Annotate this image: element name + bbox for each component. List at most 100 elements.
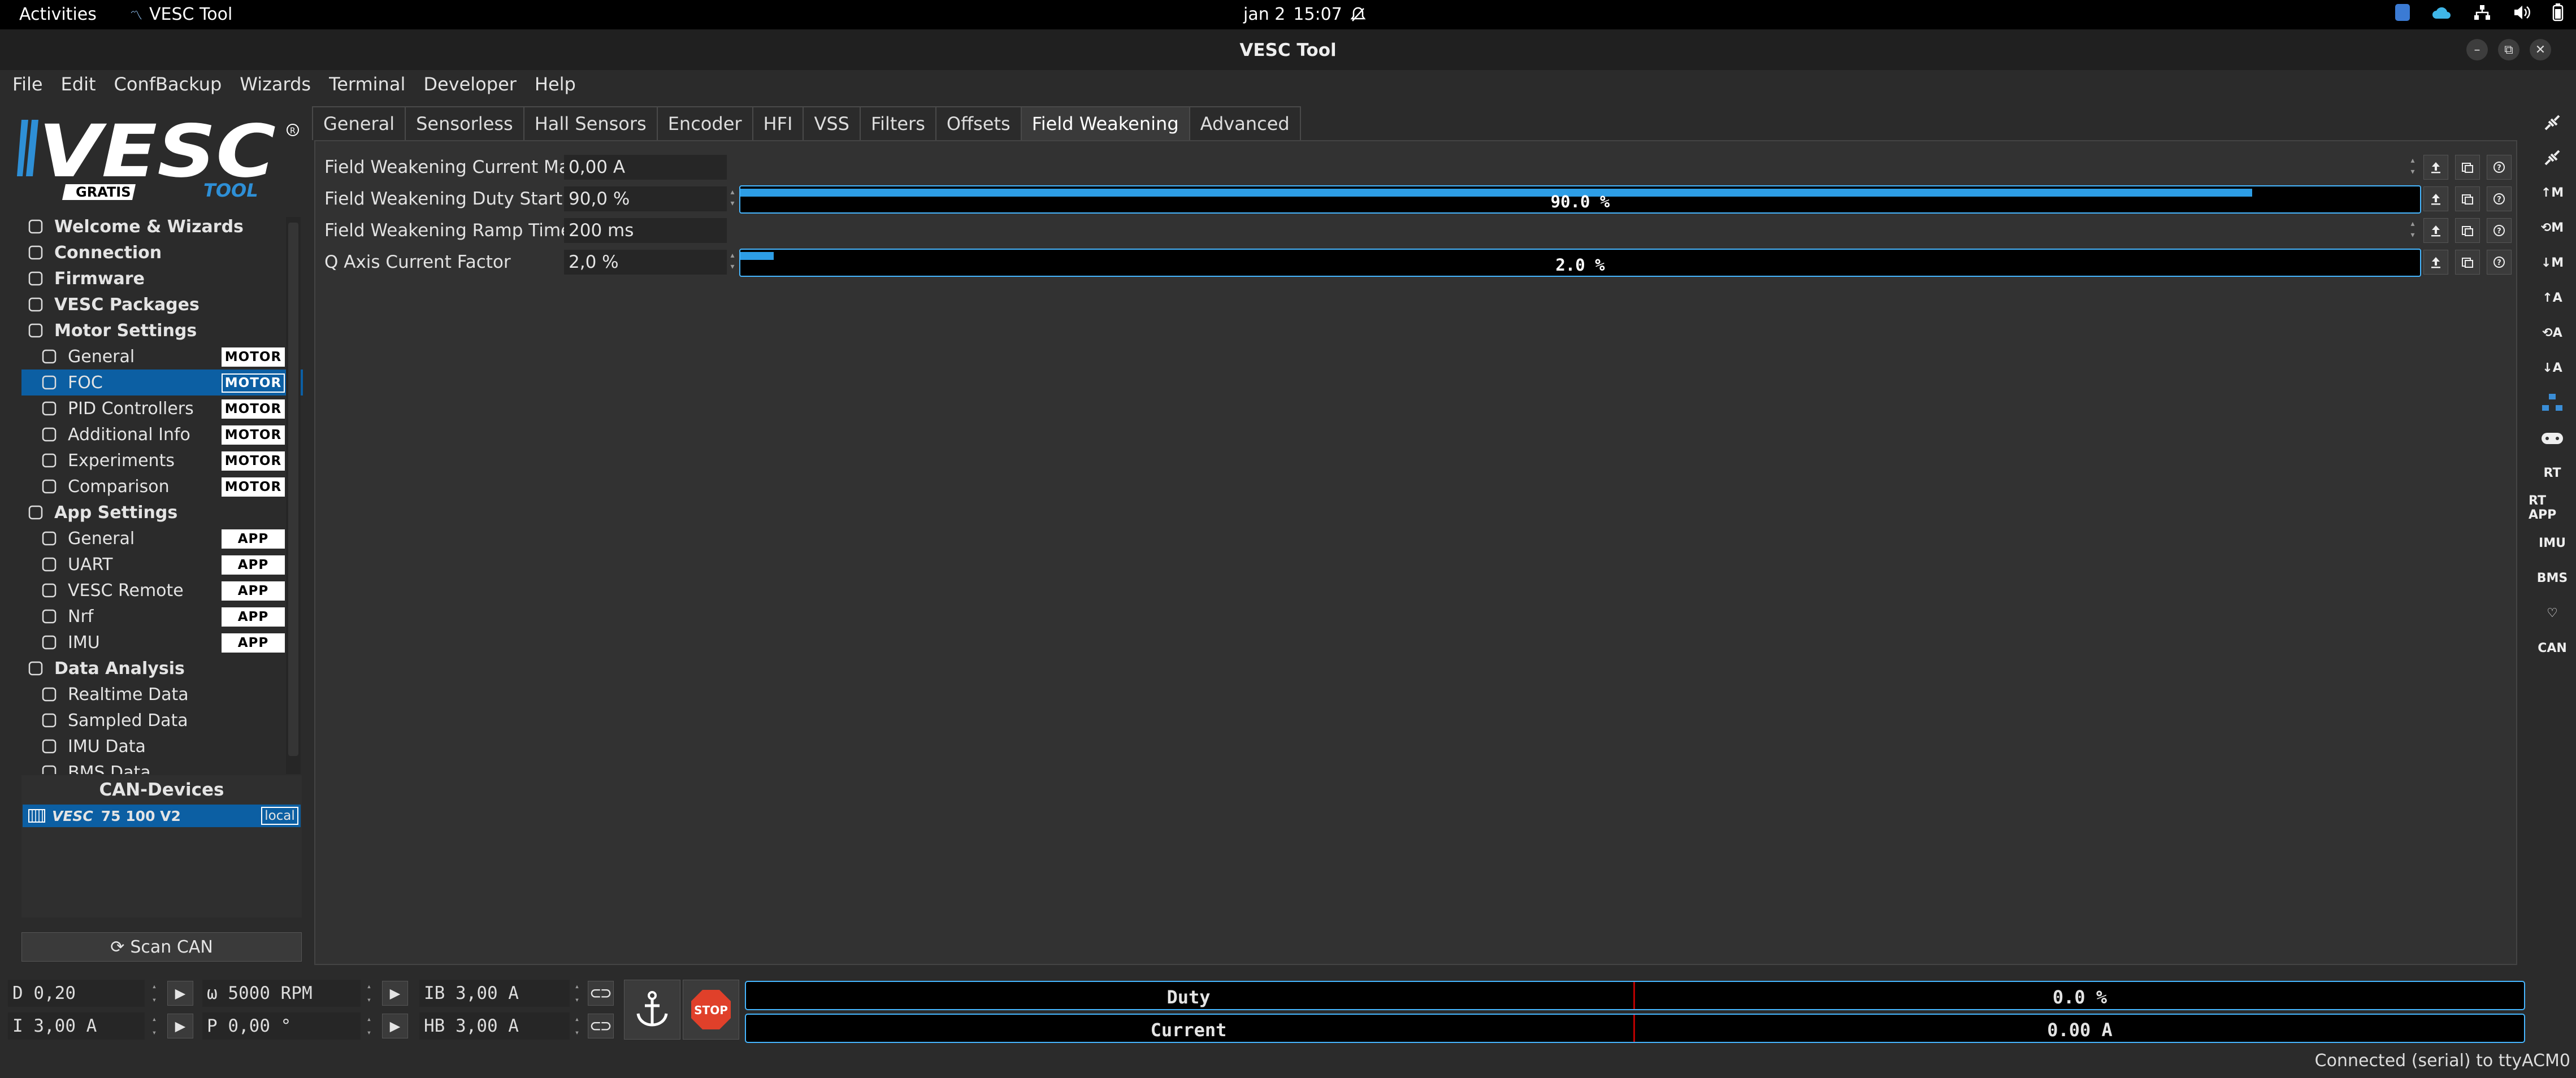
- current-input[interactable]: I 3,00 A: [8, 1012, 145, 1040]
- maximize-button[interactable]: ⧉: [2498, 39, 2519, 60]
- position-run-button[interactable]: ▶: [382, 1014, 408, 1038]
- sidebar-item-vesc-remote[interactable]: VESC Remote APP: [21, 577, 303, 603]
- duty-spinner[interactable]: ▴ ▾: [148, 980, 161, 1007]
- write-param-button[interactable]: [2423, 155, 2448, 180]
- sidebar-item-general[interactable]: General MOTOR: [21, 344, 303, 370]
- anchor-button[interactable]: [624, 980, 680, 1040]
- sidebar-item-additional-info[interactable]: Additional Info MOTOR: [21, 421, 303, 447]
- network-icon[interactable]: [2473, 4, 2491, 21]
- tab-advanced[interactable]: Advanced: [1189, 106, 1301, 140]
- current-run-button[interactable]: ▶: [167, 1014, 193, 1038]
- tab-hall-sensors[interactable]: Hall Sensors: [523, 106, 658, 140]
- volume-icon[interactable]: [2513, 4, 2531, 21]
- toolbar-rt-app-button[interactable]: RT APP: [2529, 490, 2576, 525]
- help-button[interactable]: ?: [2487, 186, 2512, 211]
- sidebar-item-app-settings[interactable]: App Settings: [21, 499, 303, 525]
- sidebar-item-connection[interactable]: Connection: [21, 240, 303, 266]
- brake-current-run-button[interactable]: ⊂⊃: [588, 981, 614, 1006]
- gamepad-button[interactable]: [2529, 420, 2576, 455]
- param-slider-bar[interactable]: 2.0 %: [739, 249, 2421, 277]
- system-tray[interactable]: [2395, 3, 2564, 21]
- plug-disconnect-button[interactable]: [2529, 140, 2576, 175]
- settings-tree-scrollbar[interactable]: [286, 217, 301, 774]
- handbrake-run-button[interactable]: ⊂⊃: [588, 1014, 614, 1038]
- tab-vss[interactable]: VSS: [803, 106, 861, 140]
- menu-wizards[interactable]: Wizards: [240, 73, 311, 95]
- activities-button[interactable]: Activities: [19, 5, 97, 24]
- tab-offsets[interactable]: Offsets: [935, 106, 1022, 140]
- write-param-button[interactable]: [2423, 250, 2448, 275]
- can-forward-button[interactable]: [2529, 385, 2576, 420]
- toolbar--a-button[interactable]: ↓A: [2529, 350, 2576, 385]
- help-button[interactable]: ?: [2487, 250, 2512, 275]
- help-button[interactable]: ?: [2487, 218, 2512, 243]
- tab-sensorless[interactable]: Sensorless: [405, 106, 524, 140]
- param-value-input[interactable]: 90,0 %: [564, 186, 727, 211]
- clock[interactable]: jan 2 15:07: [1243, 5, 1366, 24]
- sidebar-item-pid-controllers[interactable]: PID Controllers MOTOR: [21, 395, 303, 421]
- param-spinner[interactable]: ▴ ▾: [727, 250, 738, 275]
- help-button[interactable]: ?: [2487, 155, 2512, 180]
- toolbar-rt-button[interactable]: RT: [2529, 455, 2576, 490]
- tab-field-weakening[interactable]: Field Weakening: [1020, 106, 1190, 140]
- menu-file[interactable]: File: [12, 73, 43, 95]
- toolbar-imu-button[interactable]: IMU: [2529, 525, 2576, 560]
- minimize-button[interactable]: –: [2466, 39, 2488, 60]
- sidebar-item-comparison[interactable]: Comparison MOTOR: [21, 473, 303, 499]
- sidebar-item-motor-settings[interactable]: Motor Settings: [21, 318, 303, 344]
- tab-encoder[interactable]: Encoder: [656, 106, 753, 140]
- toolbar-bms-button[interactable]: BMS: [2529, 560, 2576, 595]
- menu-terminal[interactable]: Terminal: [329, 73, 405, 95]
- write-param-button[interactable]: [2423, 218, 2448, 243]
- sidebar-item-realtime-data[interactable]: Realtime Data: [21, 681, 303, 707]
- menu-confbackup[interactable]: ConfBackup: [114, 73, 222, 95]
- param-spinner[interactable]: ▴ ▾: [2405, 218, 2420, 243]
- sidebar-item-vesc-packages[interactable]: VESC Packages: [21, 292, 303, 318]
- read-default-button[interactable]: [2455, 218, 2480, 243]
- brake-current-input[interactable]: IB 3,00 A: [419, 980, 570, 1007]
- sidebar-item-nrf[interactable]: Nrf APP: [21, 603, 303, 629]
- tab-filters[interactable]: Filters: [859, 106, 936, 140]
- param-spinner[interactable]: ▴ ▾: [727, 186, 738, 211]
- menu-help[interactable]: Help: [535, 73, 576, 95]
- sidebar-item-experiments[interactable]: Experiments MOTOR: [21, 447, 303, 473]
- toolbar--a-button[interactable]: ↑A: [2529, 280, 2576, 315]
- param-slider-bar[interactable]: 90.0 %: [739, 185, 2421, 214]
- tab-general[interactable]: General: [312, 106, 406, 140]
- rpm-run-button[interactable]: ▶: [382, 981, 408, 1006]
- toolbar-can-button[interactable]: CAN: [2529, 631, 2576, 666]
- param-value-input[interactable]: 0,00 A: [564, 155, 727, 180]
- param-value-input[interactable]: 200 ms: [564, 218, 727, 243]
- read-default-button[interactable]: [2455, 155, 2480, 180]
- write-param-button[interactable]: [2423, 186, 2448, 211]
- menu-edit[interactable]: Edit: [61, 73, 96, 95]
- sidebar-item-imu[interactable]: IMU APP: [21, 629, 303, 655]
- sidebar-item-firmware[interactable]: Firmware: [21, 266, 303, 292]
- toolbar---button[interactable]: ♡: [2529, 595, 2576, 631]
- toolbar--m-button[interactable]: ↓M: [2529, 245, 2576, 280]
- can-device-row[interactable]: VESC 75 100 V2 local: [23, 805, 301, 827]
- read-default-button[interactable]: [2455, 250, 2480, 275]
- handbrake-input[interactable]: HB 3,00 A: [419, 1012, 570, 1040]
- rpm-spinner[interactable]: ▴ ▾: [363, 980, 375, 1007]
- close-button[interactable]: ✕: [2530, 39, 2551, 60]
- menu-developer[interactable]: Developer: [423, 73, 517, 95]
- position-spinner[interactable]: ▴ ▾: [363, 1012, 375, 1040]
- tray-app-icon[interactable]: [2395, 4, 2410, 21]
- read-default-button[interactable]: [2455, 186, 2480, 211]
- brake-current-spinner[interactable]: ▴ ▾: [571, 980, 583, 1007]
- sidebar-item-general[interactable]: General APP: [21, 525, 303, 551]
- scan-can-button[interactable]: ⟳ Scan CAN: [21, 932, 302, 962]
- sidebar-item-welcome-wizards[interactable]: Welcome & Wizards: [21, 214, 303, 240]
- sidebar-item-imu-data[interactable]: IMU Data: [21, 733, 303, 759]
- sidebar-item-data-analysis[interactable]: Data Analysis: [21, 655, 303, 681]
- sidebar-item-uart[interactable]: UART APP: [21, 551, 303, 577]
- position-input[interactable]: P 0,00 °: [202, 1012, 361, 1040]
- tab-hfi[interactable]: HFI: [752, 106, 804, 140]
- stop-button[interactable]: STOP: [683, 980, 739, 1040]
- handbrake-spinner[interactable]: ▴ ▾: [571, 1012, 583, 1040]
- sidebar-item-bms-data[interactable]: BMS Data: [21, 759, 303, 774]
- param-value-input[interactable]: 2,0 %: [564, 250, 727, 275]
- sidebar-item-foc[interactable]: FOC MOTOR: [21, 370, 303, 395]
- cloud-icon[interactable]: [2431, 5, 2452, 20]
